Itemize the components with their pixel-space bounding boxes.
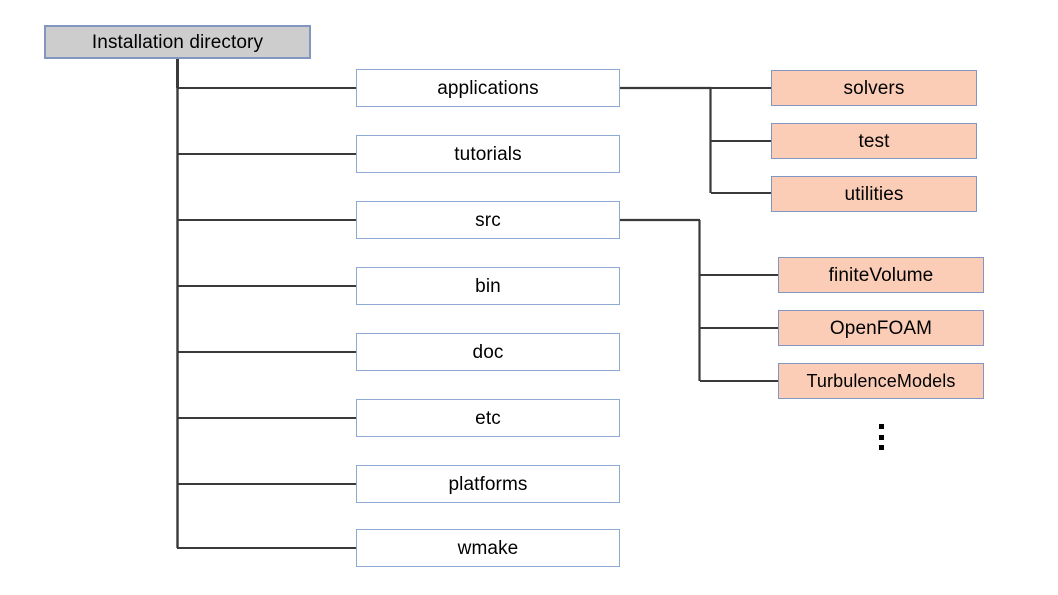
node-label: utilities xyxy=(844,183,904,205)
node-bin[interactable]: bin xyxy=(356,267,620,305)
node-label: src xyxy=(475,209,501,231)
node-etc[interactable]: etc xyxy=(356,399,620,437)
ellipsis-dot xyxy=(878,434,884,440)
node-finitevolume[interactable]: finiteVolume xyxy=(778,257,984,293)
node-label: tutorials xyxy=(454,143,522,165)
node-doc[interactable]: doc xyxy=(356,333,620,371)
node-utilities[interactable]: utilities xyxy=(771,176,977,212)
node-label: solvers xyxy=(843,77,905,99)
ellipsis-dot xyxy=(878,445,884,450)
node-label: applications xyxy=(437,77,539,99)
node-label: etc xyxy=(475,407,501,429)
node-label: wmake xyxy=(457,537,519,559)
node-openfoam[interactable]: OpenFOAM xyxy=(778,310,984,346)
ellipsis-dot xyxy=(878,424,884,429)
node-label: platforms xyxy=(448,473,528,495)
node-label: OpenFOAM xyxy=(829,317,933,339)
node-solvers[interactable]: solvers xyxy=(771,70,977,106)
node-src[interactable]: src xyxy=(356,201,620,239)
directory-tree-diagram: Installation directory applications tuto… xyxy=(0,0,1058,595)
node-label: test xyxy=(858,130,890,152)
node-label: bin xyxy=(475,275,501,297)
node-platforms[interactable]: platforms xyxy=(356,465,620,503)
node-applications[interactable]: applications xyxy=(356,69,620,107)
node-label: doc xyxy=(472,341,504,363)
node-test[interactable]: test xyxy=(771,123,977,159)
node-label: finiteVolume xyxy=(828,264,934,286)
node-wmake[interactable]: wmake xyxy=(356,529,620,567)
node-label: TurbulenceModels xyxy=(806,371,956,391)
node-tutorials[interactable]: tutorials xyxy=(356,135,620,173)
node-turbulencemodels[interactable]: TurbulenceModels xyxy=(778,363,984,399)
node-installation-directory[interactable]: Installation directory xyxy=(44,25,311,59)
vertical-ellipsis-icon xyxy=(878,424,884,450)
node-label: Installation directory xyxy=(91,31,264,53)
